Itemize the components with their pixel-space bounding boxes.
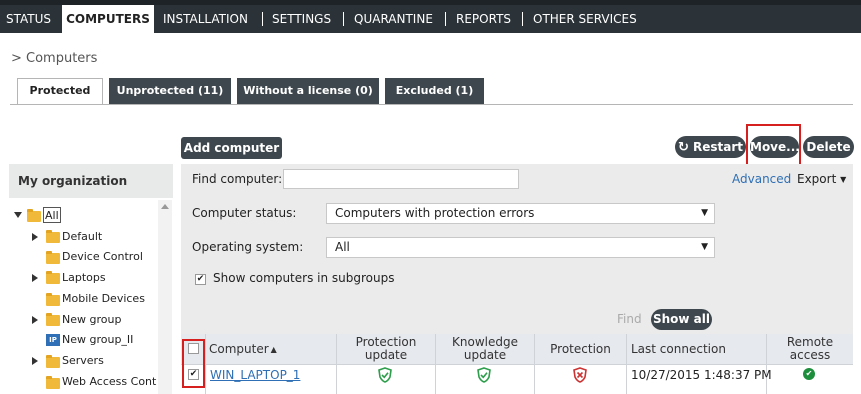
tab-excluded[interactable]: Excluded (1)	[385, 78, 484, 104]
operating-system-select[interactable]: All ▼	[326, 237, 715, 258]
export-menu[interactable]: Export ▼	[797, 172, 846, 186]
nav-separator	[445, 12, 446, 26]
nav-status[interactable]: STATUS	[6, 5, 51, 33]
add-computer-label: Add computer	[183, 141, 280, 155]
nav-reports[interactable]: REPORTS	[456, 5, 511, 33]
export-label: Export	[797, 172, 837, 186]
ip-folder-icon: IP	[46, 334, 60, 346]
remote-access-ok-icon[interactable]: ✔	[803, 368, 815, 380]
folder-icon	[46, 376, 60, 389]
subgroups-checkbox[interactable]: ✔	[195, 274, 206, 285]
add-computer-button[interactable]: Add computer ▼	[181, 137, 282, 175]
nav-settings[interactable]: SETTINGS	[272, 5, 331, 33]
expand-arrow-icon[interactable]	[32, 316, 38, 324]
column-header-line: update	[364, 348, 408, 362]
column-header-protection[interactable]: Protection	[535, 334, 626, 364]
column-header-line: update	[463, 348, 507, 362]
column-header-computer-label: Computer	[209, 341, 269, 356]
expand-arrow-icon[interactable]	[32, 357, 38, 365]
move-button-highlight	[746, 124, 801, 168]
restart-button[interactable]: ↻ Restart	[675, 136, 746, 158]
column-header-remote-access[interactable]: Remote access	[767, 334, 853, 364]
nav-separator	[343, 12, 344, 26]
find-computer-input[interactable]	[283, 169, 519, 189]
computer-status-label: Computer status:	[192, 206, 297, 220]
tab-protected[interactable]: Protected	[17, 78, 103, 105]
expand-arrow-icon[interactable]	[32, 274, 38, 282]
folder-icon	[46, 251, 60, 264]
shield-ok-icon	[477, 367, 491, 386]
operating-system-label: Operating system:	[192, 240, 304, 254]
breadcrumb: > Computers	[11, 51, 98, 66]
collapse-arrow-icon[interactable]	[14, 212, 22, 218]
tree-item-all[interactable]: All	[43, 207, 61, 223]
tree-item-laptops[interactable]: Laptops	[62, 270, 106, 286]
table-header-divider	[181, 364, 853, 365]
nav-separator	[262, 12, 263, 26]
nav-installation[interactable]: INSTALLATION	[163, 5, 248, 33]
folder-icon	[46, 355, 60, 368]
find-link[interactable]: Find	[617, 312, 642, 326]
show-all-button[interactable]: Show all	[651, 309, 712, 330]
folder-icon	[27, 209, 41, 222]
column-header-knowledge-update[interactable]: Knowledge update	[436, 334, 534, 364]
tree-item-web-access-control[interactable]: Web Access Cont	[62, 374, 157, 390]
nav-other-services[interactable]: OTHER SERVICES	[533, 5, 637, 33]
folder-icon	[46, 230, 60, 243]
sidebar-scrollbar[interactable]	[158, 200, 172, 394]
restart-label: Restart	[693, 140, 744, 154]
tab-unprotected[interactable]: Unprotected (11)	[109, 78, 231, 104]
tab-underline	[10, 104, 853, 105]
column-header-line: access	[789, 348, 831, 362]
nav-separator	[522, 12, 523, 26]
scroll-up-icon[interactable]	[161, 204, 169, 209]
tree-item-servers[interactable]: Servers	[62, 353, 104, 369]
tree-item-new-group-ii[interactable]: New group_II	[62, 332, 133, 348]
sidebar-title: My organization	[9, 164, 173, 198]
shield-ok-icon	[378, 367, 392, 386]
tree-item-default[interactable]: Default	[62, 229, 102, 245]
find-computer-label: Find computer:	[192, 172, 283, 186]
subgroups-label: Show computers in subgroups	[213, 271, 395, 285]
nav-computers[interactable]: COMPUTERS	[62, 5, 154, 33]
operating-system-value: All	[335, 240, 350, 254]
shield-error-icon	[573, 367, 587, 386]
tab-without-license[interactable]: Without a license (0)	[237, 78, 379, 104]
caret-down-icon: ▼	[840, 175, 847, 184]
tree-item-new-group[interactable]: New group	[62, 312, 121, 328]
top-navigation: STATUS COMPUTERS INSTALLATION SETTINGS Q…	[0, 0, 861, 33]
nav-quarantine[interactable]: QUARANTINE	[354, 5, 433, 33]
expand-arrow-icon[interactable]	[32, 233, 38, 241]
column-header-last-connection[interactable]: Last connection	[631, 334, 726, 364]
column-header-protection-update[interactable]: Protection update	[337, 334, 435, 364]
delete-button[interactable]: Delete	[803, 136, 854, 158]
folder-icon	[46, 271, 60, 284]
restart-icon: ↻	[677, 140, 689, 155]
folder-icon	[46, 313, 60, 326]
row-computer-link[interactable]: WIN_LAPTOP_1	[210, 366, 300, 384]
tree-item-mobile-devices[interactable]: Mobile Devices	[62, 291, 145, 307]
advanced-link[interactable]: Advanced	[732, 172, 791, 186]
dropdown-arrow-icon: ▼	[701, 242, 708, 252]
row-last-connection: 10/27/2015 1:48:37 PM	[631, 368, 772, 382]
dropdown-arrow-icon: ▼	[701, 208, 708, 218]
sort-asc-icon: ▲	[270, 344, 277, 354]
checkbox-column-highlight	[182, 339, 205, 388]
computer-status-select[interactable]: Computers with protection errors ▼	[326, 203, 715, 224]
tree-item-device-control[interactable]: Device Control	[62, 249, 143, 265]
computer-status-value: Computers with protection errors	[335, 206, 535, 220]
folder-icon	[46, 293, 60, 306]
column-header-computer[interactable]: Computer ▲	[209, 334, 277, 364]
